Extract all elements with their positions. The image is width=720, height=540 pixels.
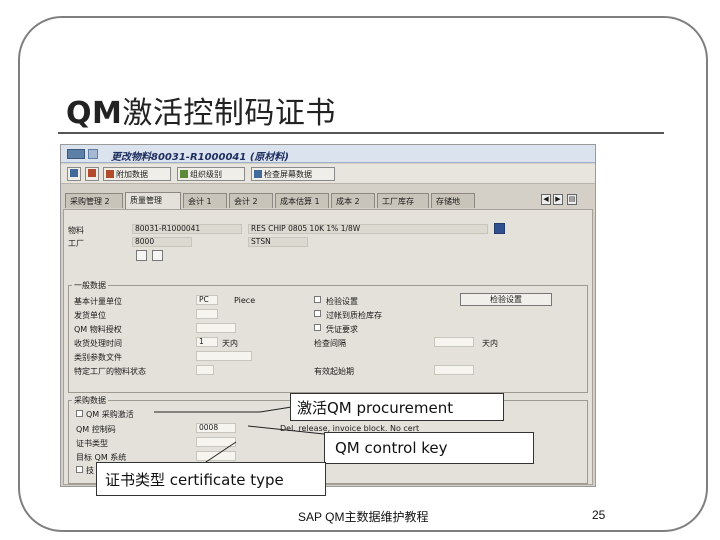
title-divider — [58, 132, 664, 134]
document-icon — [70, 169, 78, 177]
plant-field: 8000 — [132, 237, 192, 247]
qm-control-key-label: QM 控制码 — [76, 425, 116, 434]
plant-label: 工厂 — [68, 239, 84, 248]
display-icon[interactable] — [136, 250, 147, 261]
org-levels-button[interactable]: 组织级别 — [177, 167, 245, 181]
plant-description-field: STSN — [248, 237, 308, 247]
window-title: 更改物料80031-R1000041 (原材料) — [111, 152, 289, 163]
control-key-callout: QM control key — [324, 432, 534, 464]
tab-costing-2[interactable]: 成本 2 — [331, 193, 375, 208]
other-material-button[interactable] — [67, 167, 81, 181]
window-title-bar: 更改物料80031-R1000041 (原材料) — [61, 145, 595, 163]
org-levels-icon — [180, 170, 188, 178]
general-data-title: 一般数据 — [72, 280, 108, 291]
qm-proc-active-label: QM 采购激活 — [86, 410, 134, 419]
base-unit-field[interactable]: PC — [196, 295, 218, 305]
slide-title-main: 激活控制码证书 — [122, 96, 336, 131]
gr-time-unit: 天内 — [222, 339, 238, 348]
issue-unit-label: 发货单位 — [74, 311, 106, 320]
sap-app-icon — [67, 149, 85, 159]
inspection-setup-label: 检验设置 — [326, 297, 358, 306]
issue-unit-field[interactable] — [196, 309, 218, 319]
text-icon[interactable] — [152, 250, 163, 261]
org-levels-label: 组织级别 — [190, 170, 222, 179]
tab-purchasing-2[interactable]: 采购管理 2 — [65, 193, 123, 208]
tab-accounting-1[interactable]: 会计 1 — [183, 193, 227, 208]
plant-status-field[interactable] — [196, 365, 214, 375]
tab-strip: 采购管理 2 质量管理 会计 1 会计 2 成本估算 1 成本 2 工厂库存 存… — [61, 192, 595, 209]
cert-type-field[interactable] — [196, 437, 236, 447]
tab-storage-location[interactable]: 存储地 — [431, 193, 475, 208]
post-insp-stock-checkbox[interactable] — [314, 310, 321, 317]
additional-data-button[interactable]: 附加数据 — [103, 167, 171, 181]
check-screen-data-button[interactable]: 检查屏幕数据 — [251, 167, 335, 181]
doc-required-checkbox[interactable] — [314, 324, 321, 331]
navigate-button[interactable] — [85, 167, 99, 181]
check-screen-data-label: 检查屏幕数据 — [264, 170, 312, 179]
plant-status-label: 特定工厂的物料状态 — [74, 367, 146, 376]
tech-delivery-checkbox[interactable] — [76, 466, 83, 473]
tab-scroll-right-icon[interactable]: ▶ — [553, 194, 563, 205]
tech-delivery-label: 技 — [86, 466, 94, 475]
procurement-callout: 激活QM procurement — [290, 393, 504, 421]
application-toolbar: 附加数据 组织级别 检查屏幕数据 — [61, 164, 595, 184]
inspection-setup-button[interactable]: 检验设置 — [460, 293, 552, 306]
material-label: 物料 — [68, 226, 84, 235]
page-number: 25 — [592, 508, 606, 522]
material-field: 80031-R1000041 — [132, 224, 242, 234]
slide-title-prefix: QM — [66, 96, 123, 131]
inspection-setup-checkbox[interactable] — [314, 296, 321, 303]
qm-auth-field[interactable] — [196, 323, 236, 333]
catalog-profile-field[interactable] — [196, 351, 252, 361]
tab-accounting-2[interactable]: 会计 2 — [229, 193, 273, 208]
slide-footer: SAP QM主数据维护教程 — [298, 510, 429, 524]
valid-from-label: 有效起始期 — [314, 367, 354, 376]
inspection-interval-label: 检查间隔 — [314, 339, 346, 348]
target-qm-system-field[interactable] — [196, 451, 236, 461]
plus-icon — [106, 170, 114, 178]
menu-icon[interactable] — [88, 149, 98, 159]
qm-auth-label: QM 物料授权 — [74, 325, 122, 334]
info-icon[interactable] — [494, 223, 505, 234]
cert-type-label: 证书类型 — [76, 439, 108, 448]
post-insp-stock-label: 过帐到质检库存 — [326, 311, 382, 320]
qm-proc-active-checkbox[interactable] — [76, 410, 83, 417]
slide-title: QM激活控制码证书 — [66, 88, 336, 132]
check-icon — [254, 170, 262, 178]
material-description-field: RES CHIP 0805 10K 1% 1/8W — [248, 224, 488, 234]
gr-time-field[interactable]: 1 — [196, 337, 218, 347]
additional-data-label: 附加数据 — [116, 170, 148, 179]
qm-control-key-field[interactable]: 0008 — [196, 423, 236, 433]
arrow-right-icon — [88, 169, 96, 177]
inspection-interval-field[interactable] — [434, 337, 474, 347]
tab-quality-management[interactable]: 质量管理 — [125, 192, 181, 209]
base-unit-label: 基本计量单位 — [74, 297, 122, 306]
doc-required-label: 凭证要求 — [326, 325, 358, 334]
catalog-profile-label: 类别参数文件 — [74, 353, 122, 362]
gr-time-label: 收货处理时间 — [74, 339, 122, 348]
tab-costing-1[interactable]: 成本估算 1 — [275, 193, 329, 208]
base-unit-description: Piece — [234, 296, 256, 305]
inspection-interval-unit: 天内 — [482, 339, 498, 348]
tab-list-icon[interactable]: ▤ — [567, 194, 577, 205]
tab-plant-stock[interactable]: 工厂库存 — [377, 193, 429, 208]
procurement-data-title: 采购数据 — [72, 395, 108, 406]
cert-type-callout: 证书类型 certificate type — [96, 462, 326, 496]
tab-scroll-left-icon[interactable]: ◀ — [541, 194, 551, 205]
valid-from-field[interactable] — [434, 365, 474, 375]
